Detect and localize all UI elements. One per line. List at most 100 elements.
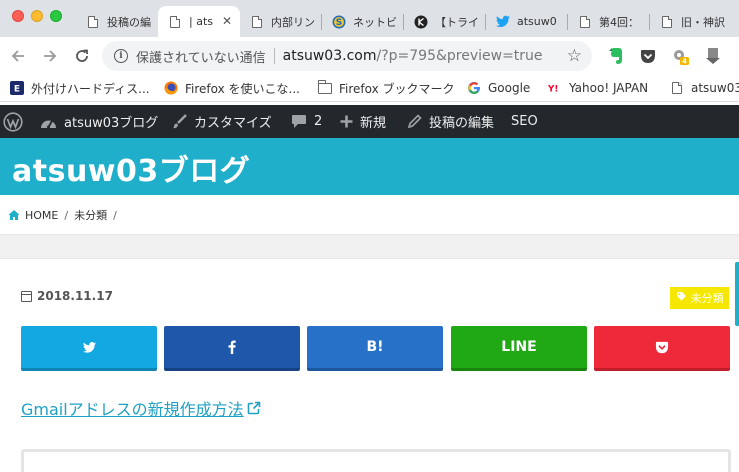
bookmark-label: Firefox ブックマーク: [339, 81, 455, 96]
svg-text:S: S: [336, 18, 342, 28]
bookmark-star-icon[interactable]: ☆: [567, 46, 582, 66]
home-icon: [8, 210, 20, 220]
admin-seo-label: SEO: [511, 114, 538, 129]
comment-icon: [291, 114, 307, 129]
tab-edit-post[interactable]: 投稿の編: [76, 6, 160, 37]
extension-gear-icon[interactable]: 4: [670, 46, 690, 66]
tab-old[interactable]: 旧・神訳: [650, 6, 739, 37]
admin-site-name-label: atsuw03ブログ: [64, 116, 159, 131]
info-icon[interactable]: i: [114, 49, 128, 63]
site-header: atsuw03ブログ: [0, 138, 739, 195]
wp-admin-bar: atsuw03ブログ カスタマイズ 2 新規 投稿の編集 SEO: [0, 105, 739, 138]
tab-try[interactable]: 【トライ: [404, 6, 486, 37]
site-title[interactable]: atsuw03ブログ: [12, 146, 250, 190]
admin-site-name[interactable]: atsuw03ブログ: [40, 105, 158, 138]
breadcrumb-separator: /: [113, 208, 117, 222]
breadcrumb: HOME / 未分類 /: [8, 208, 123, 222]
tab-internal-link[interactable]: 内部リン: [240, 6, 322, 37]
security-status[interactable]: 保護されていない通信: [136, 47, 266, 66]
evernote-icon[interactable]: [606, 46, 626, 66]
url-path[interactable]: /?p=795&preview=true: [376, 48, 542, 64]
category-badge[interactable]: 未分類: [670, 287, 729, 309]
document-icon: [670, 81, 684, 95]
tab-preview[interactable]: | ats ✕: [158, 6, 240, 37]
breadcrumb-home[interactable]: HOME: [25, 209, 58, 222]
breadcrumb-separator: /: [64, 208, 69, 222]
bookmark-yahoo[interactable]: Y! Yahoo! JAPAN: [548, 79, 648, 97]
admin-customize[interactable]: カスタマイズ: [172, 105, 272, 138]
admin-comments[interactable]: 2: [291, 105, 322, 138]
admin-customize-label: カスタマイズ: [194, 116, 272, 131]
browser-toolbar: i 保護されていない通信 atsuw03.com/?p=795&preview=…: [0, 37, 739, 74]
tab-label: 第4回：: [599, 15, 639, 29]
share-line-button[interactable]: LINE: [451, 326, 587, 368]
address-bar[interactable]: i 保護されていない通信 atsuw03.com/?p=795&preview=…: [102, 41, 592, 71]
document-icon: [250, 15, 264, 29]
line-label: LINE: [501, 339, 537, 355]
zoom-window-button[interactable]: [50, 10, 62, 22]
bookmark-label: 外付けハードディス...: [31, 81, 150, 96]
bookmark-google[interactable]: Google: [467, 79, 530, 97]
tab-netbiz[interactable]: S ネットビ: [322, 6, 404, 37]
download-extension-icon[interactable]: [703, 46, 723, 66]
breadcrumb-category[interactable]: 未分類: [74, 207, 107, 223]
folder-tag-icon: [676, 291, 687, 305]
svg-text:Y!: Y!: [548, 85, 558, 95]
content-divider: [0, 234, 739, 259]
pocket-icon[interactable]: [638, 46, 658, 66]
admin-seo[interactable]: SEO: [511, 105, 538, 138]
external-link-icon: [247, 401, 260, 415]
tab-label: atsuw0: [517, 15, 557, 28]
share-twitter-button[interactable]: [21, 326, 157, 368]
tab-label: ネットビ: [353, 15, 397, 29]
document-icon: [660, 15, 674, 29]
bookmark-label: atsuw03: [691, 81, 739, 95]
forward-button[interactable]: [39, 45, 61, 67]
tab-twitter[interactable]: atsuw0: [486, 6, 568, 37]
twitter-icon: [496, 15, 510, 29]
admin-edit-post[interactable]: 投稿の編集: [407, 105, 494, 138]
share-hatena-button[interactable]: B!: [307, 326, 443, 368]
bookmark-label: Google: [488, 81, 531, 95]
close-icon[interactable]: ✕: [222, 14, 232, 28]
share-facebook-button[interactable]: [164, 326, 300, 368]
reload-button[interactable]: [71, 45, 93, 67]
yahoo-icon: Y!: [548, 81, 562, 95]
bookmarks-bar: E 外付けハードディス... Firefox を使いこな... Firefox …: [0, 74, 739, 102]
internal-post-link[interactable]: Gmailアドレスの新規作成方法: [21, 396, 261, 420]
share-pocket-button[interactable]: [594, 326, 730, 368]
admin-edit-post-label: 投稿の編集: [429, 116, 495, 131]
admin-new[interactable]: 新規: [340, 105, 386, 138]
back-button[interactable]: [7, 45, 29, 67]
post-link-text: Gmailアドレスの新規作成方法: [21, 400, 244, 419]
close-window-button[interactable]: [12, 10, 24, 22]
brush-icon: [172, 114, 187, 129]
post-date-value: 2018.11.17: [37, 289, 113, 303]
document-icon: [168, 15, 182, 29]
content-box: [21, 449, 731, 472]
bookmark-hdd[interactable]: E 外付けハードディス...: [10, 79, 150, 97]
bookmark-atsuw03[interactable]: atsuw03: [670, 79, 739, 97]
bookmark-firefox-folder[interactable]: Firefox ブックマーク: [318, 79, 455, 97]
document-icon: [578, 15, 592, 29]
wordpress-logo-button[interactable]: [3, 105, 23, 138]
circle-logo-icon: [414, 15, 428, 29]
s-coin-icon: S: [332, 15, 346, 29]
twitter-icon: [82, 341, 96, 353]
tab-label: 投稿の編: [107, 15, 151, 29]
bookmark-label: Yahoo! JAPAN: [569, 81, 649, 95]
arrow-right-icon: [44, 50, 57, 62]
url-host[interactable]: atsuw03.com: [283, 48, 377, 64]
dashboard-icon: [40, 115, 57, 129]
pencil-icon: [407, 114, 422, 129]
bookmark-firefox-guide[interactable]: Firefox を使いこな...: [164, 79, 300, 97]
folder-icon: [318, 79, 332, 95]
plus-icon: [340, 115, 353, 128]
admin-comments-count: 2: [314, 114, 323, 129]
side-scroll-tab[interactable]: [735, 262, 739, 326]
tab-label: 旧・神訳: [681, 15, 725, 29]
tab-strip: 投稿の編 | ats ✕ 内部リン S ネットビ 【トライ atsuw0 第4回…: [0, 0, 739, 37]
minimize-window-button[interactable]: [31, 10, 43, 22]
wordpress-icon: [3, 111, 23, 132]
tab-lesson[interactable]: 第4回：: [568, 6, 650, 37]
